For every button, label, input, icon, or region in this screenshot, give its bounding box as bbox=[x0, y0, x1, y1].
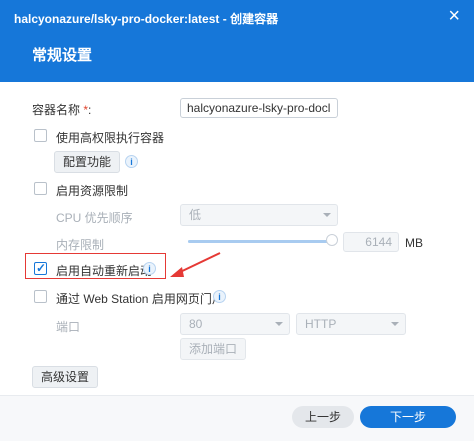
memory-unit: MB bbox=[405, 236, 423, 250]
protocol-value: HTTP bbox=[305, 317, 337, 331]
memory-limit-input[interactable]: 6144 bbox=[343, 232, 399, 252]
cpu-priority-label: CPU 优先顺序 bbox=[56, 211, 133, 225]
add-port-button[interactable]: 添加端口 bbox=[180, 338, 246, 360]
dialog-header: halcyonazure/lsky-pro-docker:latest - 创建… bbox=[0, 0, 474, 82]
chevron-down-icon bbox=[391, 322, 399, 326]
annotation-arrow-icon bbox=[170, 252, 221, 277]
close-icon[interactable]: × bbox=[448, 6, 460, 26]
create-container-dialog: halcyonazure/lsky-pro-docker:latest - 创建… bbox=[0, 0, 474, 441]
privileged-info-icon[interactable]: i bbox=[125, 155, 138, 168]
previous-button[interactable]: 上一步 bbox=[292, 406, 354, 428]
memory-slider-fill bbox=[188, 240, 334, 243]
annotation-highlight-box bbox=[25, 253, 166, 279]
privileged-label: 使用高权限执行容器 bbox=[56, 131, 165, 145]
next-button[interactable]: 下一步 bbox=[360, 406, 456, 428]
privileged-checkbox[interactable] bbox=[34, 129, 47, 142]
port-value: 80 bbox=[189, 317, 203, 331]
memory-limit-label: 内存限制 bbox=[56, 238, 105, 252]
config-features-button[interactable]: 配置功能 bbox=[54, 151, 120, 173]
section-title: 常规设置 bbox=[32, 47, 93, 64]
container-name-label: 容器名称 *: bbox=[32, 101, 91, 118]
web-station-info-icon[interactable]: i bbox=[213, 290, 226, 303]
container-name-label-text: 容器名称 bbox=[32, 103, 81, 117]
container-name-colon: : bbox=[88, 103, 92, 117]
advanced-settings-button[interactable]: 高级设置 bbox=[32, 366, 98, 388]
memory-slider-thumb[interactable] bbox=[326, 234, 338, 246]
window-title: halcyonazure/lsky-pro-docker:latest - 创建… bbox=[14, 12, 279, 26]
port-select[interactable]: 80 bbox=[180, 313, 290, 335]
cpu-priority-value: 低 bbox=[189, 208, 202, 222]
web-station-label: 通过 Web Station 启用网页门户 bbox=[56, 292, 224, 306]
chevron-down-icon bbox=[275, 322, 283, 326]
web-station-checkbox[interactable] bbox=[34, 290, 47, 303]
cpu-priority-select[interactable]: 低 bbox=[180, 204, 338, 226]
port-label: 端口 bbox=[56, 320, 81, 334]
chevron-down-icon bbox=[323, 213, 331, 217]
protocol-select[interactable]: HTTP bbox=[296, 313, 406, 335]
resource-limit-label: 启用资源限制 bbox=[56, 184, 129, 198]
resource-limit-checkbox[interactable] bbox=[34, 182, 47, 195]
container-name-input[interactable]: halcyonazure-lsky-pro-docl bbox=[180, 98, 338, 118]
